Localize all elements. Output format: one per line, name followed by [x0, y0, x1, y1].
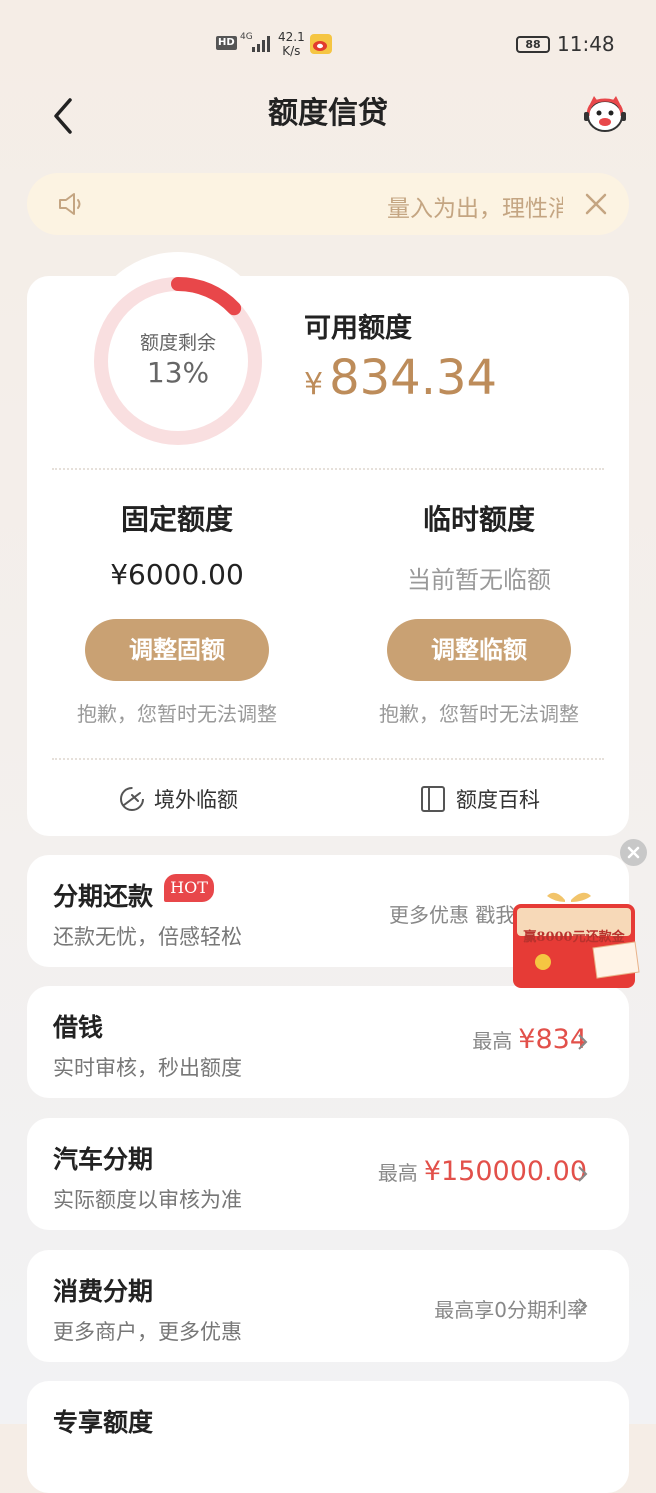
hd-indicator: HD	[216, 36, 237, 50]
plane-icon	[120, 787, 144, 811]
item-title: 消费分期	[53, 1277, 154, 1306]
promo-text: 赢8000元还款金	[523, 930, 625, 945]
overseas-credit-link[interactable]: 境外临额	[118, 784, 238, 814]
hot-badge: HOT	[164, 874, 214, 902]
close-icon	[627, 846, 640, 859]
ring-percent: 13%	[146, 356, 210, 389]
item-right-text: 最高 ¥150000.00	[378, 1156, 587, 1187]
credit-wiki-label: 额度百科	[456, 788, 540, 812]
temp-credit-value: 当前暂无临额	[407, 566, 551, 594]
item-title: 分期还款	[53, 882, 154, 911]
network-speed-value: 42.1	[278, 30, 305, 44]
weibo-icon	[310, 34, 332, 54]
notice-bar: 量入为出，理性消费	[27, 173, 629, 235]
list-item-exclusive-credit[interactable]: 专享额度	[27, 1381, 629, 1493]
battery-icon: 88	[516, 36, 550, 53]
promo-red-envelope[interactable]: 赢8000元还款金	[505, 888, 651, 998]
book-icon	[421, 786, 445, 812]
currency-symbol: ¥	[304, 367, 324, 402]
item-title: 借钱	[53, 1013, 104, 1042]
promo-close-button[interactable]	[620, 839, 647, 866]
close-icon[interactable]	[583, 191, 609, 217]
credit-wiki-link[interactable]: 额度百科	[420, 784, 540, 814]
item-right-text: 最高享0分期利率	[434, 1294, 587, 1323]
item-right-text: 最高 ¥834	[472, 1024, 587, 1055]
chevron-right-icon	[578, 1034, 588, 1050]
ring-label: 额度剩余	[139, 332, 216, 354]
adjust-temp-button[interactable]: 调整临额	[387, 619, 571, 681]
chevron-right-icon	[578, 1298, 588, 1314]
network-speed-unit: K/s	[282, 44, 301, 58]
divider	[52, 758, 604, 760]
notice-text: 量入为出，理性消费	[387, 196, 563, 222]
page-title: 额度信贷	[268, 96, 388, 131]
adjust-fixed-button[interactable]: 调整固额	[85, 619, 269, 681]
item-title: 专享额度	[53, 1408, 154, 1437]
temp-credit-title: 临时额度	[422, 503, 535, 536]
temp-credit-note: 抱歉，您暂时无法调整	[379, 702, 579, 726]
fixed-credit-title: 固定额度	[120, 503, 233, 536]
item-right-prefix: 最高	[377, 1161, 418, 1185]
customer-service-mascot-icon[interactable]	[582, 94, 628, 136]
item-subtitle: 更多商户，更多优惠	[53, 1320, 242, 1344]
item-subtitle: 实际额度以审核为准	[53, 1188, 242, 1212]
fixed-credit-value: ¥6000.00	[110, 558, 244, 591]
divider	[52, 468, 604, 470]
chevron-right-icon	[578, 1166, 588, 1182]
overseas-credit-label: 境外临额	[154, 788, 238, 812]
item-title: 汽车分期	[53, 1145, 154, 1174]
item-right-label: 最高享0分期利率	[434, 1298, 587, 1322]
signal-icon	[252, 36, 270, 52]
available-credit-label: 可用额度	[304, 313, 412, 344]
item-subtitle: 还款无忧，倍感轻松	[53, 925, 242, 949]
list-item-consumer-installment[interactable]: 消费分期 更多商户，更多优惠 最高享0分期利率	[27, 1250, 629, 1362]
network-type: 4G	[240, 32, 253, 42]
clock: 11:48	[557, 32, 615, 56]
item-right-amount: ¥150000.00	[423, 1156, 587, 1187]
available-credit-value: ¥834.34	[304, 350, 497, 413]
list-item-car-installment[interactable]: 汽车分期 实际额度以审核为准 最高 ¥150000.00	[27, 1118, 629, 1230]
list-item-borrow[interactable]: 借钱 实时审核，秒出额度 最高 ¥834	[27, 986, 629, 1098]
item-subtitle: 实时审核，秒出额度	[53, 1056, 242, 1080]
item-right-prefix: 最高	[472, 1029, 513, 1053]
speaker-icon	[59, 193, 81, 215]
available-amount: 834.34	[329, 350, 498, 406]
fixed-credit-note: 抱歉，您暂时无法调整	[77, 702, 277, 726]
network-speed: 42.1 K/s	[278, 30, 305, 58]
status-bar: HD 4G 42.1 K/s 88 11:48	[0, 0, 656, 88]
